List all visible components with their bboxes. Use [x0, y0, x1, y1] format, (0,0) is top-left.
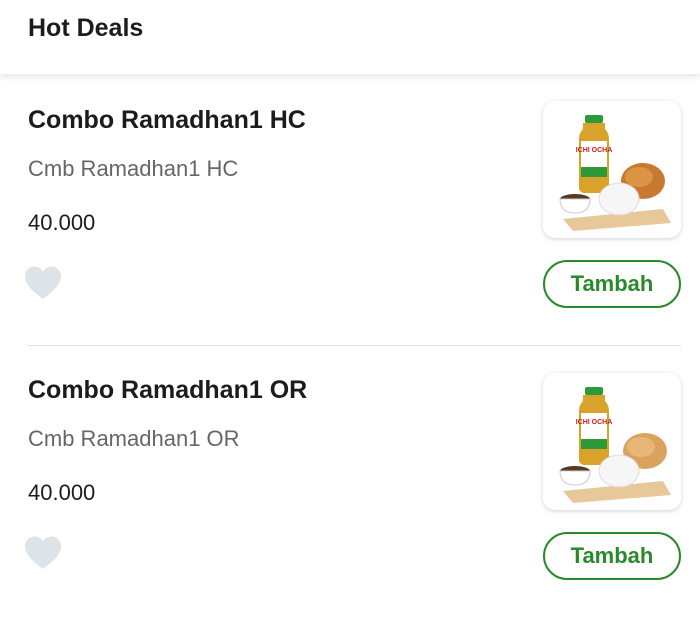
add-button[interactable]: Tambah: [543, 260, 681, 308]
item-image[interactable]: ICHI OCHA: [543, 373, 681, 510]
heart-icon: [25, 266, 61, 299]
item-image[interactable]: ICHI OCHA: [543, 101, 681, 238]
combo-meal-image: ICHI OCHA: [559, 115, 671, 231]
menu-item[interactable]: Combo Ramadhan1 OR Cmb Ramadhan1 OR 40.0…: [0, 346, 700, 617]
combo-meal-image: ICHI OCHA: [559, 387, 671, 503]
item-price: 40.000: [28, 480, 96, 505]
item-description: Cmb Ramadhan1 HC: [28, 156, 239, 181]
drink-label: ICHI OCHA: [576, 147, 613, 154]
item-price: 40.000: [28, 210, 96, 235]
item-description: Cmb Ramadhan1 OR: [28, 426, 240, 451]
item-title: Combo Ramadhan1 OR: [28, 376, 308, 404]
menu-item[interactable]: Combo Ramadhan1 HC Cmb Ramadhan1 HC 40.0…: [0, 74, 700, 346]
page-title: Hot Deals: [28, 14, 144, 42]
favorite-button[interactable]: [24, 536, 62, 570]
add-button[interactable]: Tambah: [543, 532, 681, 580]
favorite-button[interactable]: [24, 266, 62, 300]
heart-icon: [25, 536, 61, 569]
item-title: Combo Ramadhan1 HC: [28, 106, 306, 134]
page-header: Hot Deals: [0, 0, 700, 74]
drink-label: ICHI OCHA: [576, 419, 613, 426]
menu-list[interactable]: Combo Ramadhan1 HC Cmb Ramadhan1 HC 40.0…: [0, 74, 700, 610]
